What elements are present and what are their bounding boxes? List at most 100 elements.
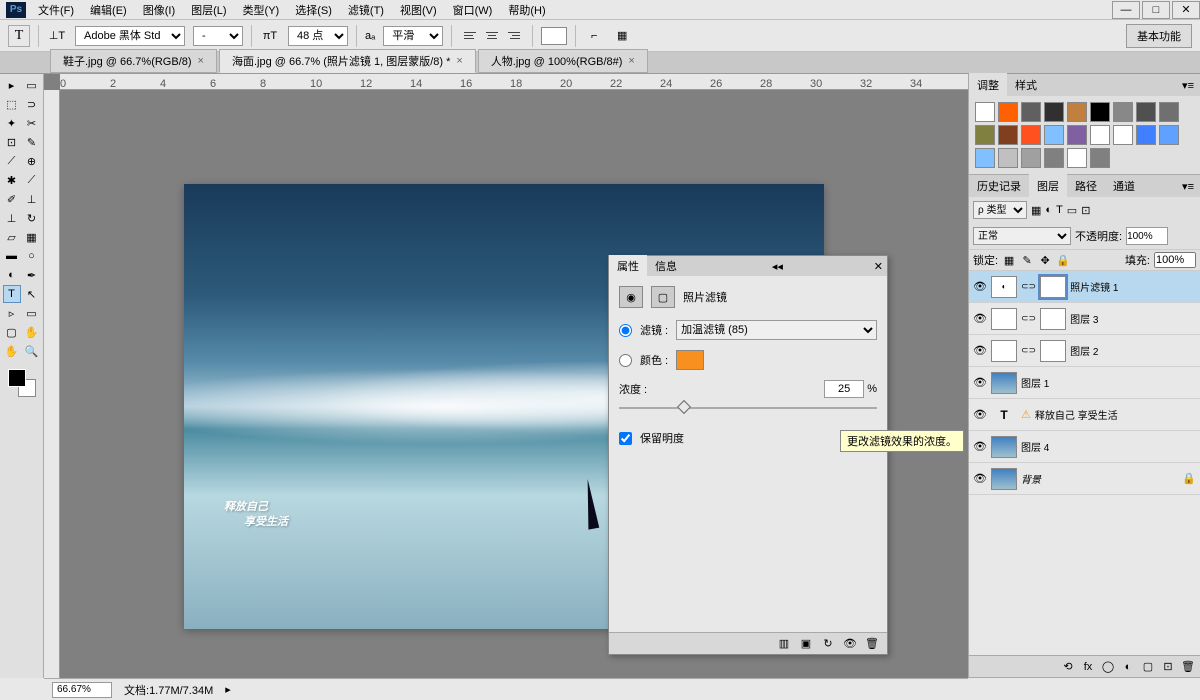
layer-thumb[interactable] [991,340,1017,362]
layer-row[interactable]: 👁图层 4 [969,431,1200,463]
character-panel-icon[interactable]: ▦ [612,26,632,46]
hand-tool[interactable]: ✋ [23,323,41,341]
preserve-luminosity-checkbox[interactable] [619,432,632,445]
shape-tool[interactable]: ▭ [23,304,41,322]
swatch[interactable] [998,125,1018,145]
layers-tab[interactable]: 图层 [1029,174,1067,198]
menu-select[interactable]: 选择(S) [289,0,338,20]
layer-filter-kind[interactable]: ρ 类型 [973,201,1027,219]
layer-mask-icon[interactable]: ◯ [1100,659,1116,675]
dodge-tool[interactable]: ◐ [3,266,21,284]
layer-thumb[interactable]: ◐ [991,276,1017,298]
link-layers-icon[interactable]: ⟲ [1060,659,1076,675]
menu-view[interactable]: 视图(V) [394,0,443,20]
pen-tool[interactable]: ✒ [23,266,41,284]
visibility-icon[interactable]: 👁 [973,408,987,421]
rectangle-tool[interactable]: ▢ [3,323,21,341]
zoom-input[interactable] [52,682,112,698]
layer-thumb[interactable] [991,308,1017,330]
layer-name[interactable]: 图层 1 [1021,375,1196,390]
swatch[interactable] [1090,102,1110,122]
layer-row[interactable]: 👁◐⊂⊃照片滤镜 1 [969,271,1200,303]
menu-edit[interactable]: 编辑(E) [84,0,133,20]
lock-transparent-icon[interactable]: ▦ [1002,253,1016,267]
swatch[interactable] [1044,125,1064,145]
blend-mode-select[interactable]: 正常 [973,227,1071,245]
delete-icon[interactable]: 🗑 [863,636,881,652]
close-button[interactable]: ✕ [1172,1,1200,19]
font-style-select[interactable]: - [193,26,243,46]
lock-all-icon[interactable]: 🔒 [1056,253,1070,267]
lasso-tool[interactable]: ⊃ [23,95,41,113]
filter-radio[interactable] [619,324,632,337]
eyedropper-tool-2[interactable]: ⟋ [3,152,21,170]
layer-name[interactable]: 背景 [1021,471,1178,486]
channels-tab[interactable]: 通道 [1105,174,1143,198]
antialias-select[interactable]: 平滑 [383,26,443,46]
swatch[interactable] [1159,125,1179,145]
filter-shape-icon[interactable]: ▭ [1067,204,1077,217]
spot-heal-tool[interactable]: ✱ [3,171,21,189]
crop-tool-2[interactable]: ⊡ [3,133,21,151]
panel-close-icon[interactable]: ✕ [870,260,887,273]
menu-help[interactable]: 帮助(H) [502,0,551,20]
warp-text-icon[interactable]: ⌐ [584,26,604,46]
swatch[interactable] [1021,102,1041,122]
layer-row[interactable]: 👁背景🔒 [969,463,1200,495]
filter-select[interactable]: 加温滤镜 (85) [676,320,877,340]
stamp-tool[interactable]: ⊥ [23,190,41,208]
swatch[interactable] [1113,125,1133,145]
visibility-icon[interactable]: 👁 [973,344,987,357]
layer-thumb[interactable] [991,372,1017,394]
swatch[interactable] [1021,148,1041,168]
eyedropper-tool[interactable]: ✎ [23,133,41,151]
menu-type[interactable]: 类型(Y) [237,0,286,20]
layer-name[interactable]: 图层 3 [1070,311,1196,326]
align-right[interactable] [504,26,524,46]
history-tab[interactable]: 历史记录 [969,174,1029,198]
marquee-tool[interactable]: ⬚ [3,95,21,113]
visibility-icon[interactable]: 👁 [973,472,987,485]
swatch[interactable] [998,148,1018,168]
zoom-tool[interactable]: 🔍 [23,342,41,360]
layer-thumb[interactable]: T [991,404,1017,426]
info-tab[interactable]: 信息 [647,255,685,277]
visibility-icon[interactable]: 👁 [973,312,987,325]
brush-tool-2[interactable]: ✐ [3,190,21,208]
styles-tab[interactable]: 样式 [1007,73,1045,97]
layer-name[interactable]: 图层 2 [1070,343,1196,358]
swatch[interactable] [1067,125,1087,145]
swatch[interactable] [1044,148,1064,168]
vertical-ruler[interactable] [44,90,60,678]
swatch[interactable] [975,125,995,145]
swatch[interactable] [998,102,1018,122]
filter-pixel-icon[interactable]: ▦ [1031,204,1041,217]
path-tool[interactable]: ↖ [23,285,41,303]
text-color-swatch[interactable] [541,27,567,45]
layer-mask-thumb[interactable] [1040,340,1066,362]
move-tool[interactable]: ▸ [3,76,21,94]
density-input[interactable] [824,380,864,398]
link-icon[interactable]: ⊂⊃ [1021,281,1036,292]
fill-input[interactable] [1154,252,1196,268]
font-size-select[interactable]: 48 点 [288,26,348,46]
swatch[interactable] [1090,148,1110,168]
bucket-tool[interactable]: ▬ [3,247,21,265]
layer-row[interactable]: 👁T⚠释放自己 享受生活 [969,399,1200,431]
clone-tool[interactable]: ⊥ [3,209,21,227]
close-icon[interactable]: × [198,55,204,67]
swatch[interactable] [1159,102,1179,122]
link-icon[interactable]: ⊂⊃ [1021,345,1036,356]
color-swatches[interactable] [8,369,36,397]
reset-icon[interactable]: ↻ [819,636,837,652]
blur-tool[interactable]: ○ [23,247,41,265]
gradient-tool[interactable]: ▦ [23,228,41,246]
visibility-icon[interactable]: 👁 [841,636,859,652]
new-layer-icon[interactable]: ⊡ [1160,659,1176,675]
panel-menu-icon[interactable]: ▾≡ [1176,180,1200,193]
lock-position-icon[interactable]: ✥ [1038,253,1052,267]
swatch[interactable] [1021,125,1041,145]
minimize-button[interactable]: — [1112,1,1140,19]
maximize-button[interactable]: □ [1142,1,1170,19]
visibility-icon[interactable]: 👁 [973,376,987,389]
